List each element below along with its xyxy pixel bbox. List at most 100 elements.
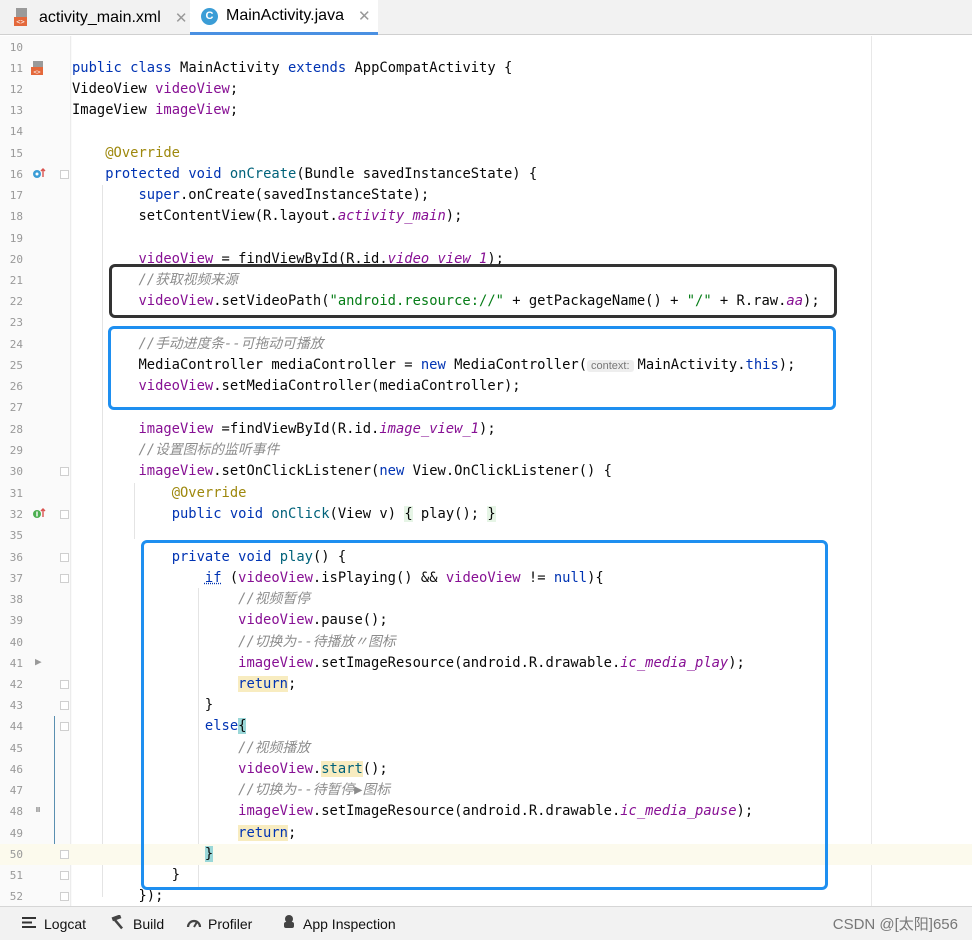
fold-icon[interactable]	[60, 892, 69, 901]
highlight-box-media-controller	[108, 326, 836, 410]
fold-icon[interactable]	[60, 850, 69, 859]
line-number: 12	[9, 83, 23, 96]
xml-file-icon: <>	[14, 8, 31, 27]
line-number: 26	[9, 380, 23, 393]
code-token: .setOnClickListener(	[213, 463, 380, 479]
line-number: 42	[9, 678, 23, 691]
code-token: });	[138, 888, 164, 904]
line-number: 35	[9, 529, 23, 542]
gauge-icon	[186, 916, 202, 932]
build-button[interactable]: Build	[111, 907, 164, 940]
line-number: 40	[9, 636, 23, 649]
code-line: 16 protected void onCreate(Bundle savedI…	[0, 164, 972, 185]
line-number: 30	[9, 465, 23, 478]
line-number: 20	[9, 253, 23, 266]
profiler-label: Profiler	[208, 915, 253, 932]
tab-label: activity_main.xml	[39, 8, 161, 26]
code-token: ;	[229, 102, 239, 118]
code-token: }	[487, 506, 496, 522]
line-number: 28	[9, 423, 23, 436]
line-number: 19	[9, 232, 23, 245]
profiler-button[interactable]: Profiler	[186, 907, 252, 940]
line-number: 52	[9, 890, 23, 903]
code-token: =findViewById(R.id.	[213, 421, 380, 437]
fold-icon[interactable]	[60, 510, 69, 519]
app-inspection-label: App Inspection	[303, 915, 396, 932]
code-token: );	[445, 208, 463, 224]
fold-icon[interactable]	[60, 680, 69, 689]
fold-icon[interactable]	[60, 722, 69, 731]
line-number: 21	[9, 274, 23, 287]
play-icon: ▶	[35, 655, 42, 668]
code-token: public	[72, 60, 122, 76]
code-token: @Override	[171, 485, 247, 501]
code-line: 31 @Override	[0, 483, 972, 504]
app-inspection-button[interactable]: App Inspection	[281, 907, 396, 940]
close-icon[interactable]: ✕	[358, 7, 371, 25]
logcat-button[interactable]: Logcat	[22, 907, 86, 940]
code-token: videoView	[155, 81, 230, 97]
code-token: extends	[288, 60, 347, 76]
line-number: 45	[9, 742, 23, 755]
bottom-tool-bar: Logcat Build Profiler App Inspection CSD…	[0, 906, 972, 940]
code-line: 10	[0, 37, 972, 58]
line-number: 13	[9, 104, 23, 117]
code-line: 19	[0, 228, 972, 249]
line-number: 22	[9, 295, 23, 308]
code-token: {	[404, 506, 413, 522]
code-line: 28 imageView =findViewById(R.id.image_vi…	[0, 419, 972, 440]
line-number: 47	[9, 784, 23, 797]
code-token: //设置图标的监听事件	[138, 442, 280, 458]
code-token: imageView	[138, 421, 214, 437]
code-line: 30 imageView.setOnClickListener(new View…	[0, 461, 972, 482]
code-token: );	[479, 421, 496, 437]
code-token: setContentView(R.layout.	[138, 208, 338, 224]
line-number: 32	[9, 508, 23, 521]
line-number: 25	[9, 359, 23, 372]
tab-label: MainActivity.java	[226, 7, 344, 24]
line-number: 44	[9, 720, 23, 733]
code-token: @Override	[105, 145, 180, 161]
code-token: super	[138, 187, 180, 203]
implements-marker-icon[interactable]	[31, 507, 47, 524]
line-number: 50	[9, 848, 23, 861]
fold-icon[interactable]	[60, 574, 69, 583]
code-token: void	[188, 166, 222, 182]
tab-main-activity-java[interactable]: C MainActivity.java ✕	[190, 0, 378, 35]
code-token: MainActivity	[171, 60, 288, 76]
fold-icon[interactable]	[60, 467, 69, 476]
watermark: CSDN @[太阳]656	[832, 916, 958, 933]
code-line: 17 super.onCreate(savedInstanceState);	[0, 185, 972, 206]
highlight-box-video-source	[109, 264, 837, 318]
line-number: 48	[9, 805, 23, 818]
line-number: 15	[9, 147, 23, 160]
line-number: 36	[9, 551, 23, 564]
line-number: 24	[9, 338, 23, 351]
logcat-label: Logcat	[44, 915, 87, 932]
line-number: 29	[9, 444, 23, 457]
code-token: class	[130, 60, 172, 76]
fold-icon[interactable]	[60, 701, 69, 710]
override-marker-icon[interactable]	[31, 167, 47, 184]
code-line: 15 @Override	[0, 143, 972, 164]
line-number: 51	[9, 869, 23, 882]
line-number: 38	[9, 593, 23, 606]
code-token: protected	[105, 166, 180, 182]
code-token: (Bundle savedInstanceState) {	[296, 166, 538, 182]
line-number: 37	[9, 572, 23, 585]
layout-file-icon[interactable]: <>	[31, 61, 47, 79]
logcat-icon	[22, 916, 38, 932]
code-line: 11 <> public class MainActivity extends …	[0, 58, 972, 79]
line-number: 27	[9, 401, 23, 414]
fold-icon[interactable]	[60, 871, 69, 880]
fold-icon[interactable]	[60, 170, 69, 179]
code-token: onClick	[271, 506, 330, 522]
close-icon[interactable]: ✕	[175, 9, 188, 27]
code-token: ImageView	[72, 102, 156, 118]
line-number: 46	[9, 763, 23, 776]
java-class-icon: C	[201, 7, 218, 25]
tab-activity-main-xml[interactable]: <> activity_main.xml ✕	[0, 0, 190, 35]
line-number: 23	[9, 316, 23, 329]
fold-icon[interactable]	[60, 553, 69, 562]
code-token: imageView	[155, 102, 230, 118]
